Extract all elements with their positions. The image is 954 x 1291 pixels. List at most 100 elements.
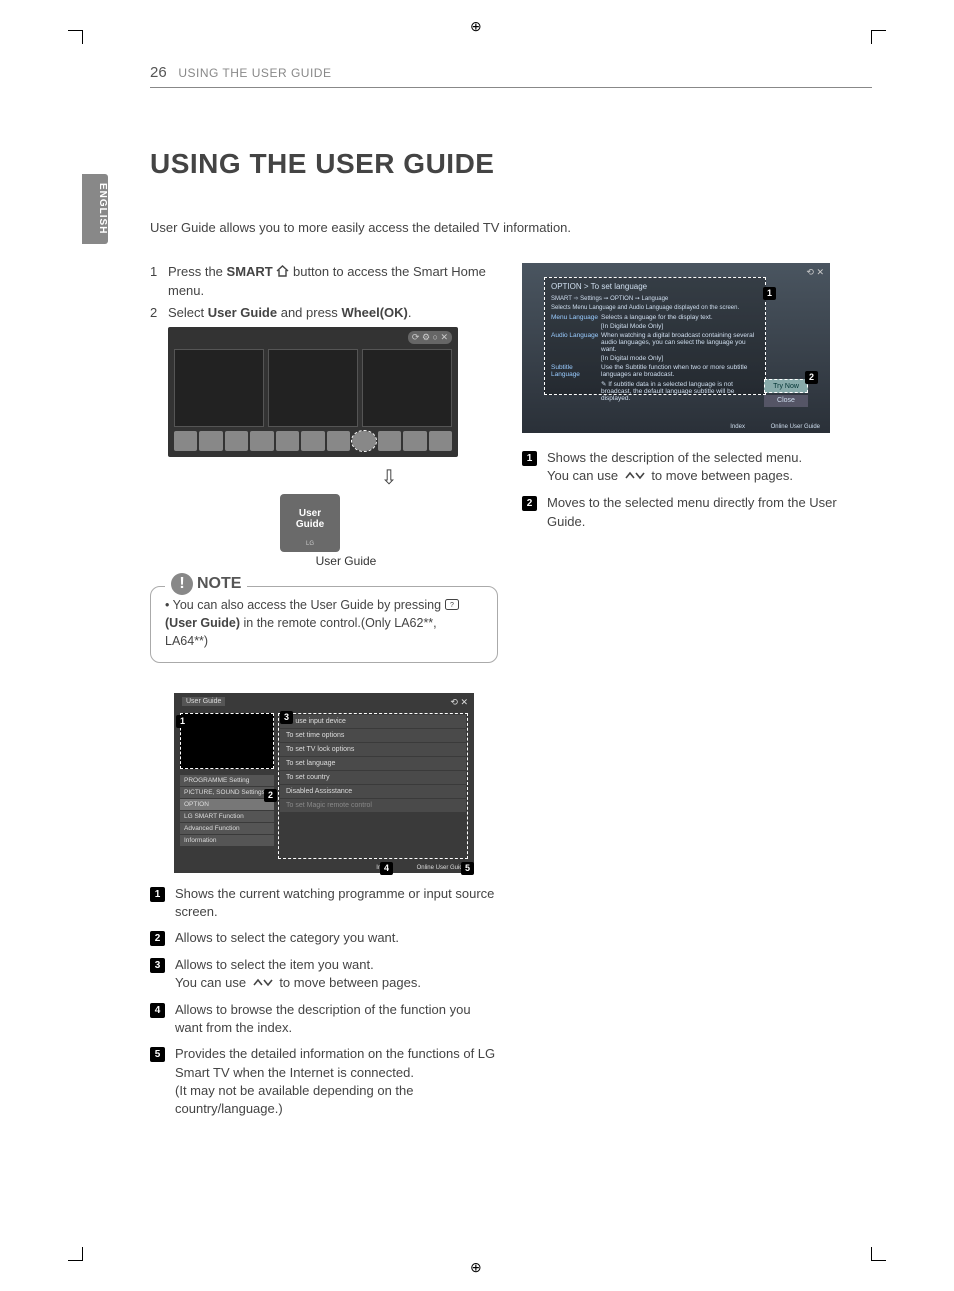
home-icon [276,264,289,282]
s3-row-val: [In Digital Mode Only] [601,323,759,330]
page-title: USING THE USER GUIDE [150,148,872,180]
step1-smart: SMART [227,264,273,279]
s3-row-val: Selects a language for the display text. [601,314,759,321]
try-now-button: Try Now [764,379,808,393]
s3-crumb2: Selects Menu Language and Audio Language… [551,305,759,311]
s2-item: To set TV lock options [280,743,466,756]
callout-1: 1 [763,287,776,300]
down-arrow-icon: ⇩ [280,465,498,490]
legendB-2: Moves to the selected menu directly from… [547,494,870,530]
callout-1: 1 [176,715,189,728]
s3-crumb1: SMART ➾ Settings ➙ OPTION ➙ Language [551,295,759,302]
registration-mark-icon: ⊕ [470,1259,484,1273]
s3-row-lbl [551,355,601,362]
s2-footer-online: Online User Guide [417,865,466,871]
s3-footer-index: Index [730,424,745,430]
legendB-1c: to move between pages. [648,468,793,483]
window-controls-icon: ⟳ ⚙ ○ ✕ [408,331,452,344]
smart-home-screenshot: ⟳ ⚙ ○ ✕ [168,327,458,457]
legendB-1b: You can use [547,468,622,483]
step2-ug: User Guide [208,305,277,320]
steps-list: Press the SMART button to access the Sma… [150,263,498,323]
s3-window-controls-icon: ⟲ ✕ [806,267,824,278]
s3-row-lbl [551,323,601,330]
callout-5: 5 [461,862,474,875]
up-down-icon [250,975,276,993]
crop-mark [872,1260,886,1261]
s3-row-val: ✎ If subtitle data in a selected languag… [601,380,759,402]
ug-card-line2: Guide [280,519,340,530]
s2-cat: PROGRAMME Setting [180,775,274,786]
legendA-5: Provides the detailed information on the… [175,1045,498,1118]
crop-mark [871,30,872,44]
s3-footer-online: Online User Guide [771,424,820,430]
user-guide-card: User Guide LG [280,494,340,552]
s2-cat: Advanced Function [180,823,274,834]
step1-a: Press the [168,264,227,279]
ug-card-line1: User [280,508,340,519]
s2-cat: OPTION [180,799,274,810]
s3-row-val: [In Digital mode Only] [601,355,759,362]
legendA-2: Allows to select the category you want. [175,929,399,947]
crop-mark [872,30,886,31]
step2-a: Select [168,305,208,320]
remote-button-icon: ? [445,598,459,616]
s2-cat: LG SMART Function [180,811,274,822]
legendA-4: Allows to browse the description of the … [175,1001,498,1037]
crop-mark [871,1247,872,1261]
step2-wheel: Wheel(OK) [341,305,407,320]
s2-item: To set time options [280,729,466,742]
ug-caption: User Guide [194,554,498,568]
close-button: Close [764,395,808,407]
s3-row-lbl: Subtitle Language [551,364,601,378]
language-tab: ENGLISH [82,174,108,244]
ug-card-brand: LG [280,541,340,548]
s2-item: To set country [280,771,466,784]
step2-c: and press [277,305,341,320]
page-header: 26 USING THE USER GUIDE [150,64,872,88]
s2-cat: Information [180,835,274,846]
s2-window-title: User Guide [182,697,225,706]
up-down-icon [622,468,648,486]
registration-mark-icon: ⊕ [470,18,484,32]
detail-screenshot: ⟲ ✕ OPTION > To set language SMART ➾ Set… [522,263,830,433]
crop-mark [82,1247,83,1261]
s3-title: OPTION > To set language [551,282,759,291]
note-label: NOTE [197,573,241,595]
callout-4: 4 [380,862,393,875]
s2-item: Disabled Assisstance [280,785,466,798]
crop-mark [68,1260,82,1261]
callout-3: 3 [280,711,293,724]
legendB-1a: Shows the description of the selected me… [547,450,802,465]
callout-2: 2 [264,789,277,802]
s2-cat: PICTURE, SOUND Settings [180,787,274,798]
s2-item: To set Magic remote control [280,799,466,812]
legendA-3a: Allows to select the item you want. [175,957,374,972]
crop-mark [68,30,82,31]
legendA-3b: You can use [175,975,250,990]
callout-2: 2 [805,371,818,384]
legendA-1: Shows the current watching programme or … [175,885,498,921]
s3-row-lbl [551,380,601,402]
legendA-3c: to move between pages. [276,975,421,990]
s2-item: To use input device [280,715,466,728]
user-guide-screenshot: User Guide ⟲ ✕ PROGRAMME Setting PICTURE… [174,693,474,873]
step2-e: . [408,305,412,320]
legend-b: 1 Shows the description of the selected … [522,449,870,531]
intro-text: User Guide allows you to more easily acc… [150,220,872,235]
header-section: USING THE USER GUIDE [178,66,331,80]
s2-item: To set language [280,757,466,770]
s2-window-controls-icon: ⟲ ✕ [450,697,468,708]
note-box: ! NOTE You can also access the User Guid… [150,586,498,664]
s3-row-lbl: Menu Language [551,314,601,321]
crop-mark [82,30,83,44]
page-number: 26 [150,64,167,81]
note-b: (User Guide) [165,616,240,630]
note-icon: ! [171,573,193,595]
note-a: You can also access the User Guide by pr… [173,598,445,612]
s3-row-lbl: Audio Language [551,332,601,353]
svg-text:?: ? [450,602,454,609]
legend-a: 1Shows the current watching programme or… [150,885,498,1118]
s3-row-val: Use the Subtitle function when two or mo… [601,364,759,378]
s3-row-val: When watching a digital broadcast contai… [601,332,759,353]
